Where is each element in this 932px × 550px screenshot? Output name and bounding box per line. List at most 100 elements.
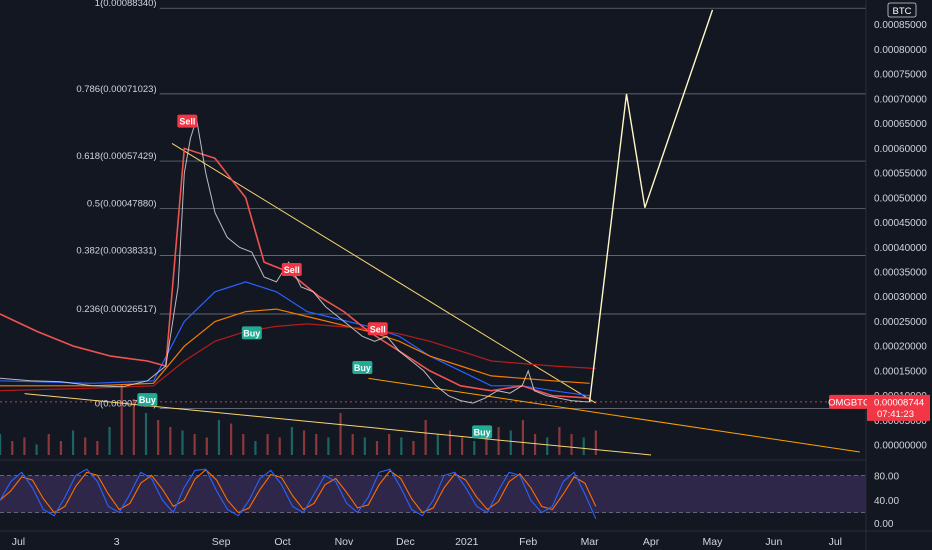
volume-bar [302,430,306,455]
price-tick-label: 0.00055000 [874,169,927,180]
volume-bar [71,430,75,455]
time-tick-label: May [703,536,724,548]
fib-label: 0.5(0.00047880) [87,198,157,209]
volume-bar [363,437,366,455]
time-tick-label: 3 [114,536,120,548]
volume-bar [205,437,208,455]
time-tick-label: Jul [12,536,25,548]
volume-bar [473,441,476,455]
volume-bar [278,437,281,455]
price-tick-label: 0.00080000 [874,45,927,56]
volume-bar [266,434,269,455]
price-tick-label: 0.00000000 [874,441,927,452]
price-tick-label: 0.00025000 [874,317,927,328]
volume-bar [230,423,233,455]
volume-bar [35,444,38,455]
volume-bar [23,437,26,455]
time-tick-label: Dec [396,536,415,548]
volume-bar [47,434,50,455]
volume-bar [448,430,452,455]
osc-tick-label: 40.00 [874,496,899,507]
fib-label: 0.236(0.00026517) [76,304,156,315]
time-tick-label: Nov [335,536,354,548]
buy-signal-label: Buy [139,395,156,405]
volume-bar [290,427,294,455]
volume-bar [254,441,257,455]
volume-bar [169,427,172,455]
volume-bar [315,434,318,455]
volume-bar [570,434,573,455]
volume-bar [327,437,330,455]
volume-bar [181,430,184,455]
volume-bar [436,434,439,455]
volume-bar [582,437,585,455]
volume-bar [108,427,111,455]
fib-label: 1(0.00088340) [95,0,157,9]
time-tick-label: Oct [274,536,290,548]
price-tick-label: 0.00020000 [874,342,927,353]
price-tick-label: 0.00075000 [874,70,927,81]
last-price-value: 0.00008744 [874,397,924,408]
price-tick-label: 0.00045000 [874,218,927,229]
volume-bar [157,420,160,455]
volume-bar [193,434,196,455]
price-tick-label: 0.00065000 [874,119,927,130]
price-tick-label: 0.00085000 [874,20,927,31]
osc-tick-label: 80.00 [874,471,899,482]
sell-signal-label: Sell [179,117,195,127]
volume-bar [132,399,135,455]
time-tick-label: Mar [581,536,600,548]
trading-chart[interactable]: 1(0.00088340) 0.786(0.00071023) 0.618(0.00… [0,0,932,550]
volume-bar [242,434,245,455]
time-tick-label: 2021 [455,536,479,548]
buy-signal-label: Buy [474,427,491,437]
volume-bar [96,441,99,455]
chart-background [0,0,932,550]
volume-bar [11,441,14,455]
buy-signal-label: Buy [243,328,260,338]
buy-signal-label: Buy [354,363,371,373]
volume-bar [558,427,561,455]
volume-bar [412,441,415,455]
time-tick-label: Sep [212,536,231,548]
volume-bar [400,437,403,455]
sell-signal-label: Sell [370,324,386,334]
fib-label: 0.382(0.00038331) [76,246,156,257]
price-tick-label: 0.00060000 [874,144,927,155]
symbol-label: OMGBTC [828,397,870,408]
osc-tick-label: 0.00 [874,519,894,530]
volume-bar [388,434,391,455]
sell-signal-label: Sell [284,265,300,275]
volume-bar [351,434,354,455]
price-tick-label: 0.00035000 [874,268,927,279]
price-tick-label: 0.00030000 [874,292,927,303]
price-tick-label: 0.00015000 [874,366,927,377]
volume-bar [594,430,597,455]
time-tick-label: Feb [519,536,537,548]
volume-bar [497,427,500,455]
fib-label: 0.618(0.00057429) [76,151,156,162]
volume-bar [59,441,62,455]
volume-bar [461,437,464,455]
price-tick-label: 0.00040000 [874,243,927,254]
volume-bar [546,437,549,455]
volume-bar [424,420,427,455]
volume-bar [533,434,537,455]
time-tick-label: Apr [643,536,660,548]
volume-bar [339,413,342,455]
currency-tag: BTC [893,6,912,17]
volume-bar [375,441,379,455]
volume-bar [0,434,2,455]
price-tick-label: 0.00050000 [874,193,927,204]
volume-bar [84,437,87,455]
fib-label: 0.786(0.00071023) [76,84,156,95]
volume-bar [521,420,525,455]
time-tick-label: Jul [829,536,842,548]
volume-bar [120,385,123,455]
volume-bar [144,413,148,455]
volume-bar [217,420,221,455]
price-tick-label: 0.00070000 [874,94,927,105]
bar-countdown: 07:41:23 [877,409,914,420]
time-tick-label: Jun [765,536,782,548]
volume-bar [509,430,512,455]
